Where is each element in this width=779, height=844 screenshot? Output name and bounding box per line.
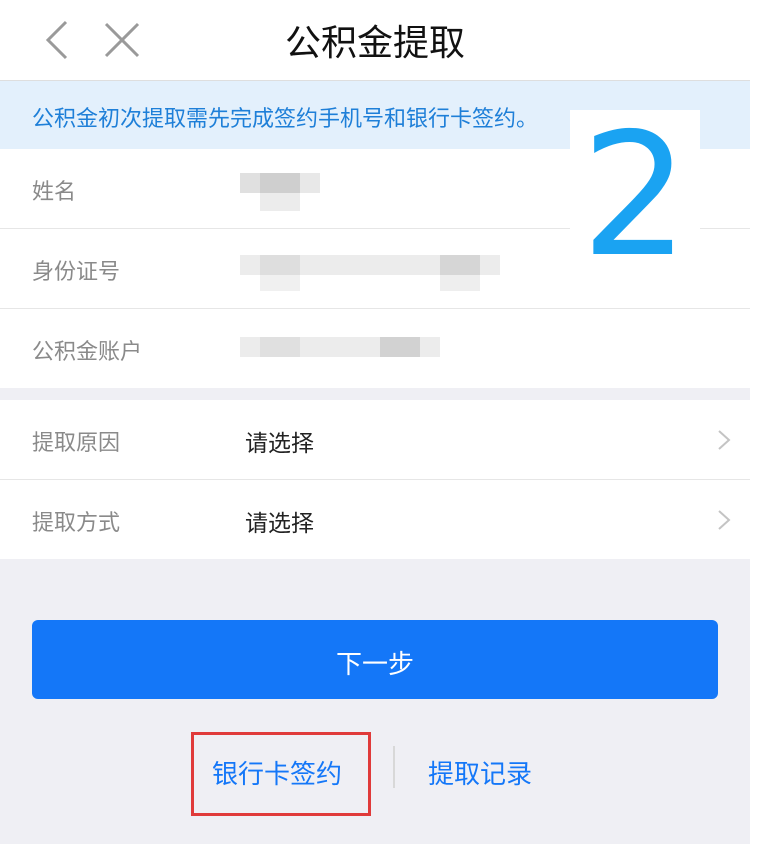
chevron-right-icon xyxy=(716,507,732,533)
account-label: 公积金账户 xyxy=(32,340,143,365)
link-divider xyxy=(393,746,395,788)
chevron-right-icon xyxy=(716,427,732,453)
next-step-button[interactable]: 下一步 xyxy=(32,620,718,699)
withdraw-form-group: 提取原因 请选择 提取方式 请选择 xyxy=(0,400,750,559)
reason-select-row[interactable]: 提取原因 请选择 xyxy=(0,400,750,480)
page-title: 公积金提取 xyxy=(284,23,465,64)
notice-text: 公积金初次提取需先完成签约手机号和银行卡签约。 xyxy=(32,107,539,132)
info-row-account: 公积金账户 xyxy=(0,309,750,388)
id-number-label: 身份证号 xyxy=(32,260,121,285)
next-step-label: 下一步 xyxy=(335,650,414,680)
reason-value: 请选择 xyxy=(245,431,314,457)
name-label: 姓名 xyxy=(32,180,77,205)
highlight-box xyxy=(191,732,371,816)
screenshot-edge xyxy=(750,0,779,844)
method-label: 提取方式 xyxy=(32,511,121,536)
step-number: 2 xyxy=(580,97,690,295)
reason-label: 提取原因 xyxy=(32,431,121,456)
step-number-annotation: 2 xyxy=(570,97,700,300)
navigation-bar: 公积金提取 xyxy=(0,0,750,81)
withdraw-records-link[interactable]: 提取记录 xyxy=(428,754,532,791)
method-value: 请选择 xyxy=(245,511,314,537)
method-select-row[interactable]: 提取方式 请选择 xyxy=(0,480,750,559)
